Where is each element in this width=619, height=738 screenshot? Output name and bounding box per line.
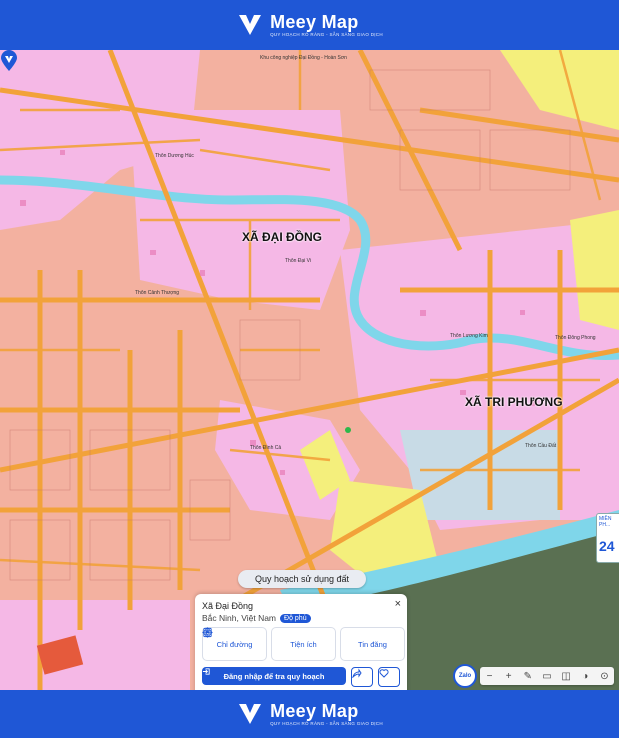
village-label: Thôn Đông Phong [555,335,596,341]
split-view-icon[interactable]: ◫ [559,671,573,682]
login-icon [202,668,210,675]
village-label: Thôn Dương Húc [155,153,194,159]
login-to-lookup-button[interactable]: Đăng nhập để tra quy hoạch [202,667,346,685]
panel-title: Xã Đại Đồng [202,601,254,611]
directions-label: Chỉ đường [216,639,253,649]
village-label: Khu công nghiệp Đại Đồng - Hoàn Sơn [260,55,347,61]
brand-logo-bottom: Meey Map QUY HOẠCH RÕ RÀNG - SẴN SÀNG GI… [236,700,383,728]
share-icon [352,668,362,678]
mini-widget-header: MIỀN PH... [599,516,612,528]
listings-label: Tin đăng [358,639,387,649]
zoom-out-icon[interactable]: − [483,671,497,682]
favorite-button[interactable] [378,667,400,687]
village-label: Thôn Đại Vi [285,258,312,264]
meey-logo-icon [239,704,262,724]
location-pin-icon[interactable] [0,50,18,72]
land-use-legend-tab[interactable]: Quy hoạch sử dụng đất [238,570,366,588]
location-info-panel: × Xã Đại Đồng Bắc Ninh, Việt Nam Độ phủ … [195,594,407,690]
opacity-icon[interactable]: ◑ [578,671,592,682]
heart-icon [379,669,389,678]
zoom-in-icon[interactable]: + [502,671,516,682]
brand-tagline: QUY HOẠCH RÕ RÀNG - SẴN SÀNG GIAO DỊCH [270,31,383,37]
address-text: Bắc Ninh, Việt Nam [202,613,277,623]
brand-tagline-bottom: QUY HOẠCH RÕ RÀNG - SẴN SÀNG GIAO DỊCH [270,720,383,726]
bottom-brand-bar: Meey Map QUY HOẠCH RÕ RÀNG - SẴN SÀNG GI… [0,690,619,738]
commune-label-tri-phuong: XÃ TRI PHƯƠNG [465,395,563,409]
share-button[interactable] [351,667,373,687]
listings-icon [203,627,212,638]
coverage-badge[interactable]: Độ phủ [280,613,311,623]
brand-name-bottom: Meey Map [270,700,359,721]
village-label: Thôn Cầu Đất [525,443,557,449]
commune-label-dai-dong: XÃ ĐẠI ĐỒNG [242,230,323,244]
listings-button[interactable]: Tin đăng [203,627,405,661]
panel-address: Bắc Ninh, Việt Nam Độ phủ [202,613,311,623]
village-label: Thôn Đình Cả [250,445,282,451]
login-label: Đăng nhập để tra quy hoạch [223,671,325,681]
panel-actions: Chỉ đường Tiện ích Tin đăng [202,627,405,661]
village-label: Thôn Lương Kim [450,333,488,339]
mini-map-widget[interactable]: MIỀN PH... 24 [596,513,619,563]
meey-logo-icon [239,15,262,35]
amenities-label: Tiện ích [290,639,317,649]
brand-name: Meey Map [270,11,359,32]
locate-icon[interactable]: ⊙ [597,671,611,682]
close-icon[interactable]: × [395,598,401,610]
layer-icon[interactable]: ▭ [540,671,554,682]
village-label: Thôn Cảnh Thượng [135,290,180,296]
amenities-button[interactable]: Tiện ích [202,627,336,661]
zalo-chat-button[interactable]: Zalo [453,664,477,688]
top-brand-bar: Meey Map QUY HOẠCH RÕ RÀNG - SẴN SÀNG GI… [0,0,619,50]
planning-map[interactable]: XÃ ĐẠI ĐỒNG XÃ TRI PHƯƠNG Thôn Dương Húc… [0,50,619,690]
mini-widget-number: 24 [599,538,615,554]
brand-logo: Meey Map QUY HOẠCH RÕ RÀNG - SẴN SÀNG GI… [236,11,383,39]
draw-icon[interactable]: ✎ [521,671,535,682]
map-toolbar: − + ✎ ▭ ◫ ◑ ⊙ [480,667,614,685]
